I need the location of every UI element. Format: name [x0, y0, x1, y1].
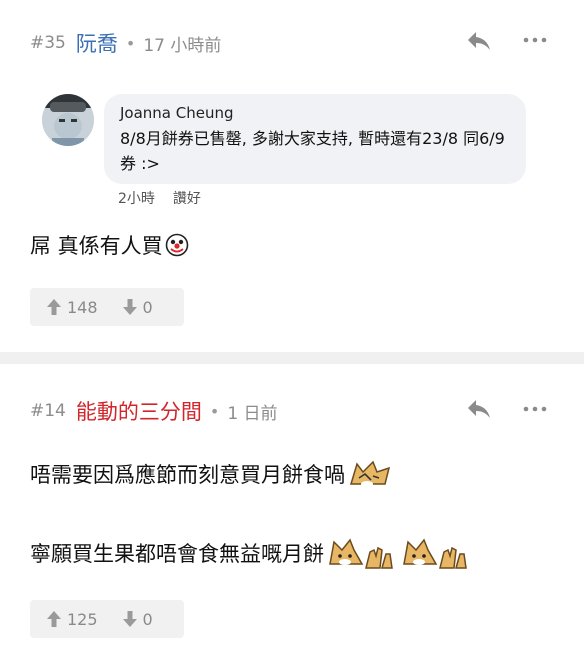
- avatar[interactable]: [42, 94, 94, 146]
- reply-arrow-icon[interactable]: [466, 30, 492, 52]
- quote-like-link[interactable]: 讚好: [173, 188, 201, 208]
- downvote-button[interactable]: 0: [122, 298, 153, 317]
- more-dots-icon[interactable]: [522, 404, 548, 414]
- content-text: 屌 真係有人買: [30, 234, 163, 258]
- downvote-button[interactable]: 0: [122, 610, 153, 629]
- upvote-button[interactable]: 148: [46, 298, 98, 317]
- post-time: 1 日前: [227, 403, 278, 424]
- separator-dot: •: [125, 33, 136, 53]
- arrow-up-icon: [47, 299, 61, 315]
- arrow-down-icon: [122, 611, 137, 627]
- post-time: 17 小時前: [143, 35, 222, 56]
- vote-bar: 148 0: [30, 288, 184, 326]
- post-14: #14 能動的三分間 • 1 日前 唔需要因爲應節而刻意買月餅食喎 寧願買生果都…: [0, 364, 584, 666]
- content-text: 寧願買生果都唔會食無益嘅月餅: [30, 542, 324, 566]
- vote-bar: 125 0: [30, 600, 184, 638]
- separator-dot: •: [209, 401, 220, 421]
- post-number: #35: [30, 33, 66, 53]
- upvote-count: 148: [67, 297, 98, 317]
- post-content-line: 唔需要因爲應節而刻意買月餅食喎: [30, 458, 393, 490]
- quote-meta: 2小時 讚好: [118, 188, 201, 208]
- downvote-count: 0: [142, 297, 153, 317]
- upvote-button[interactable]: 125: [46, 610, 98, 629]
- post-header: #14 能動的三分間 • 1 日前: [30, 396, 278, 426]
- author-name[interactable]: 阮喬: [76, 28, 118, 58]
- quote-time: 2小時: [118, 191, 155, 207]
- quote-author: Joanna Cheung: [120, 104, 234, 122]
- post-header: #35 阮喬 • 17 小時前: [30, 28, 221, 58]
- clown-face-emoji-icon: [165, 233, 188, 257]
- author-name[interactable]: 能動的三分間: [76, 396, 202, 426]
- arrow-down-icon: [122, 299, 137, 315]
- shiba-dog-emoji-icon: [349, 460, 391, 487]
- quote-bubble: Joanna Cheung 8/8月餅券已售罄, 多謝大家支持, 暫時還有23/…: [104, 94, 526, 184]
- downvote-count: 0: [142, 609, 153, 629]
- more-dots-icon[interactable]: [522, 35, 548, 45]
- reply-arrow-icon[interactable]: [466, 398, 492, 420]
- shiba-dog-emoji-icon: [329, 538, 393, 569]
- upvote-count: 125: [67, 609, 98, 629]
- post-number: #14: [30, 401, 66, 421]
- shiba-dog-emoji-icon: [403, 538, 467, 569]
- content-text: 唔需要因爲應節而刻意買月餅食喎: [30, 463, 345, 487]
- arrow-up-icon: [47, 611, 61, 627]
- quote-text: 8/8月餅券已售罄, 多謝大家支持, 暫時還有23/8 同6/9券 :>: [120, 129, 505, 173]
- post-35: #35 阮喬 • 17 小時前 Joanna Cheung 8/8月餅券已售罄,…: [0, 0, 584, 352]
- post-content-line: 寧願買生果都唔會食無益嘅月餅: [30, 534, 468, 572]
- post-content-line: 屌 真係有人買: [30, 230, 189, 260]
